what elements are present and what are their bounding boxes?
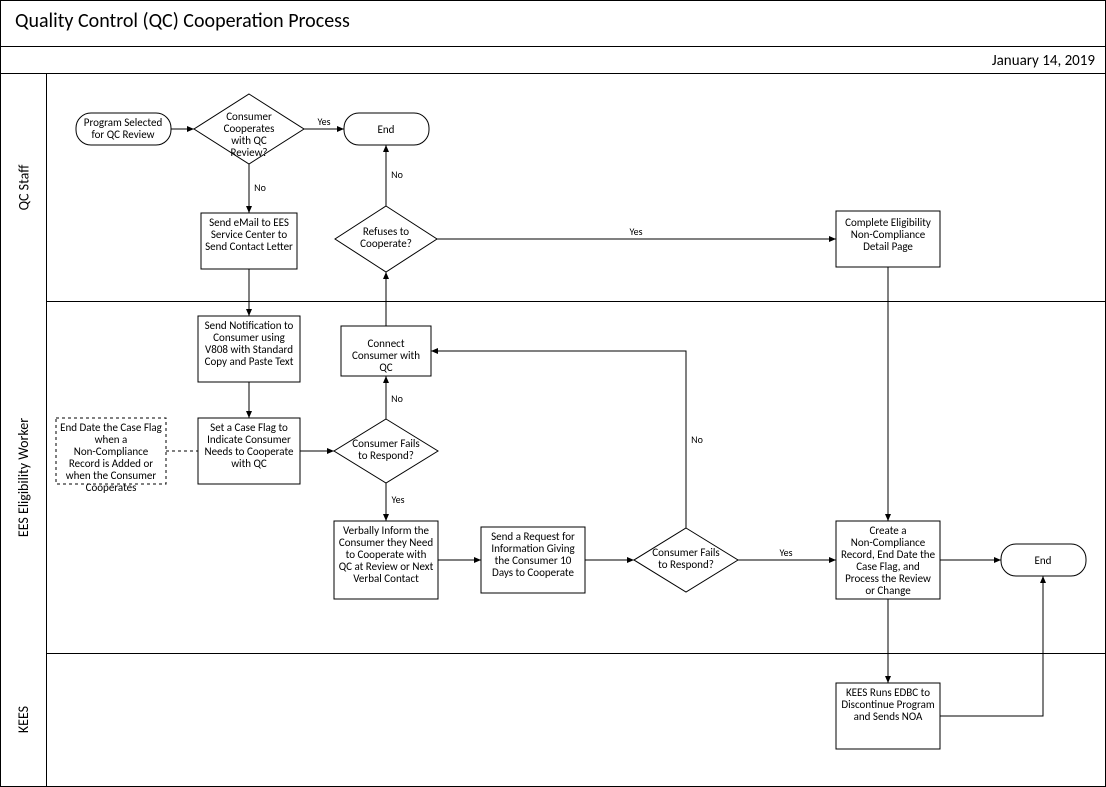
lane-label-kees: KEES <box>1 653 46 786</box>
node-p5-connect-consumer: ConnectConsumer withQC <box>341 326 431 376</box>
node-p9-kees-edbc: KEES Runs EDBC toDiscontinue Programand … <box>836 683 940 749</box>
svg-text:Send Notification toConsumer u: Send Notification toConsumer usingV808 w… <box>205 319 294 368</box>
node-end2: End <box>1001 544 1086 576</box>
node-end1: End <box>344 113 429 145</box>
node-note-end-date-flag: End Date the Case Flagwhen aNon-Complian… <box>56 418 166 494</box>
svg-text:KEES Runs EDBC toDiscontinue P: KEES Runs EDBC toDiscontinue Programand … <box>841 686 934 723</box>
flowchart-svg: Program Selectedfor QC Review ConsumerCo… <box>46 73 1105 786</box>
node-d2-refuses: Refuses toCooperate? <box>335 206 437 272</box>
svg-text:Consumer Failsto Respond?: Consumer Failsto Respond? <box>652 546 720 571</box>
edge-label: No <box>391 392 403 405</box>
svg-text:Send a Request forInformation: Send a Request forInformation Givingthe … <box>491 530 575 579</box>
divider <box>1 46 1105 47</box>
node-d1-cooperates: ConsumerCooperateswith QCReview? <box>194 94 304 164</box>
edge-label: No <box>391 168 403 181</box>
node-p3-send-notification: Send Notification toConsumer usingV808 w… <box>198 316 300 382</box>
edge-label: No <box>254 181 266 194</box>
node-p6-verbally-inform: Verbally Inform theConsumer they Needto … <box>334 521 438 599</box>
svg-text:Consumer Failsto Respond?: Consumer Failsto Respond? <box>352 437 420 462</box>
svg-text:Send eMail to EESService Cente: Send eMail to EESService Center toSend C… <box>205 216 293 253</box>
lane-label-ees-worker: EES Eligibility Worker <box>1 301 46 653</box>
page-date: January 14, 2019 <box>992 52 1095 70</box>
edge-label: Yes <box>317 115 330 128</box>
edge-label: Yes <box>629 225 642 238</box>
node-start: Program Selectedfor QC Review <box>76 113 171 145</box>
node-p2-complete-page: Complete EligibilityNon-ComplianceDetail… <box>836 211 940 267</box>
diagram-page: Quality Control (QC) Cooperation Process… <box>0 0 1106 787</box>
edge <box>431 351 686 528</box>
node-d3-fails-respond: Consumer Failsto Respond? <box>334 419 438 483</box>
svg-text:Refuses toCooperate?: Refuses toCooperate? <box>360 225 412 250</box>
edge-label: Yes <box>779 546 792 559</box>
svg-text:End: End <box>378 123 395 136</box>
svg-text:End: End <box>1035 554 1052 567</box>
edge <box>940 576 1043 716</box>
node-d4-fails-respond: Consumer Failsto Respond? <box>634 528 738 592</box>
edge-label: No <box>691 433 703 446</box>
node-p1-send-email: Send eMail to EESService Center toSend C… <box>201 213 297 269</box>
node-p4-set-case-flag: Set a Case Flag toIndicate ConsumerNeeds… <box>198 418 300 484</box>
svg-text:ConsumerCooperateswith QCRevie: ConsumerCooperateswith QCReview? <box>224 110 275 159</box>
edge-label: Yes <box>391 493 404 506</box>
svg-text:Program Selectedfor QC Review: Program Selectedfor QC Review <box>84 116 162 141</box>
lane-label-qc-staff: QC Staff <box>1 73 46 301</box>
node-p8-create-record: Create aNon-ComplianceRecord, End Date t… <box>836 521 940 599</box>
node-p7-send-request: Send a Request forInformation Givingthe … <box>481 527 585 593</box>
page-title: Quality Control (QC) Cooperation Process <box>15 9 350 33</box>
